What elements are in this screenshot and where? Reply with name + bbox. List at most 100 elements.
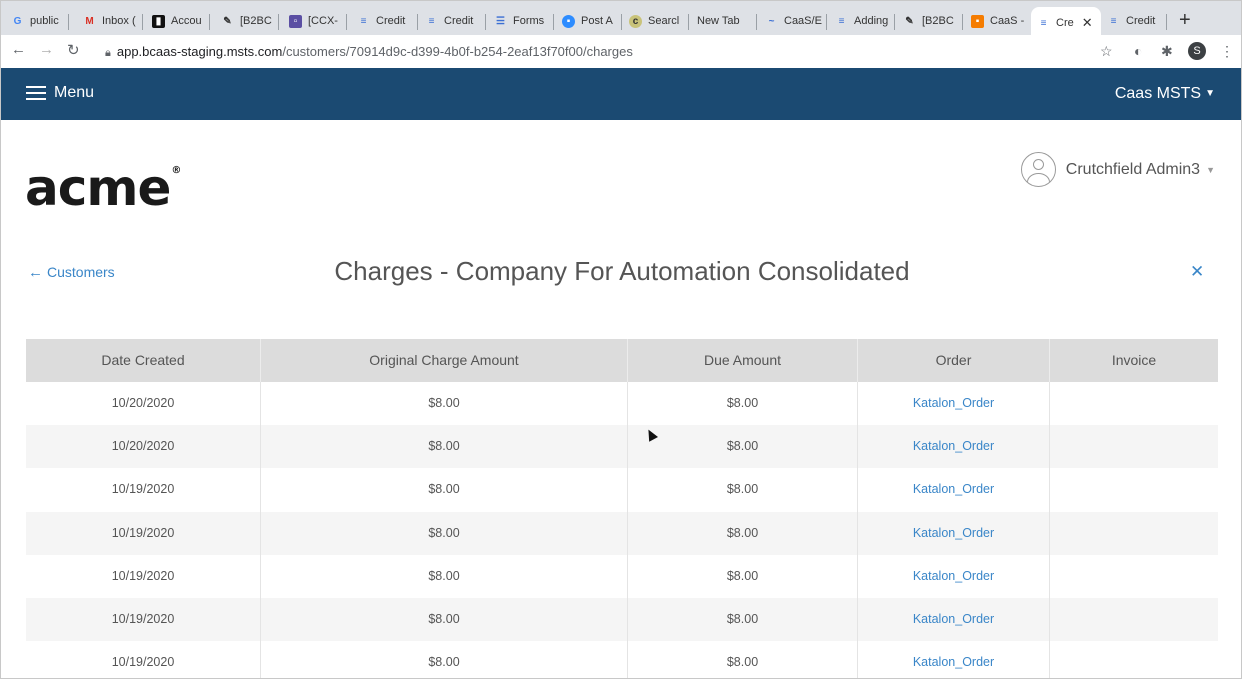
tab-label: Post A — [581, 15, 613, 27]
cell-due-amount: $8.00 — [628, 382, 858, 426]
browser-tab[interactable]: ≡ Adding — [829, 7, 895, 35]
tab-label: Credit — [1126, 15, 1156, 27]
post-icon: ▪ — [562, 14, 575, 28]
column-header-order[interactable]: Order — [858, 339, 1050, 382]
table-row: 10/19/2020 $8.00 $8.00 Katalon_Order — [26, 597, 1218, 642]
browser-tab[interactable]: ▪ CaaS - — [965, 7, 1029, 35]
order-link[interactable]: Katalon_Order — [858, 554, 1050, 598]
cell-due-amount: $8.00 — [628, 511, 858, 555]
cell-date-created: 10/19/2020 — [26, 597, 261, 642]
browser-tab[interactable]: ~ CaaS/E — [759, 7, 827, 35]
tenant-name: Caas MSTS — [1114, 85, 1202, 102]
browser-tab[interactable]: New Tab — [691, 7, 757, 35]
browser-window: Gpublic M Inbox ( ▮ Accou ✎ [B2BC ▫ [CCX- ≡ C… — [0, 0, 1242, 679]
menu-button[interactable]: Menu — [54, 84, 94, 102]
gmail-icon: M — [85, 15, 94, 27]
cell-invoice — [1050, 641, 1218, 678]
browser-tab[interactable]: ≡ Credit — [1101, 7, 1167, 35]
app-header: Menu Caas MSTS ▼ — [1, 68, 1241, 120]
cell-date-created: 10/19/2020 — [26, 554, 261, 598]
tab-label: CaaS/E — [784, 15, 822, 27]
browser-tab[interactable]: ≡ Credit — [419, 7, 486, 35]
cell-date-created: 10/19/2020 — [26, 468, 261, 512]
url-field[interactable]: 🔒︎ app.bcaas-staging.msts.com/customers/7… — [105, 44, 633, 60]
search-c-icon: c — [629, 14, 642, 28]
column-header-original-charge-amount[interactable]: Original Charge Amount — [261, 339, 628, 382]
browser-tab[interactable]: ≡ Credit — [351, 7, 418, 35]
order-link[interactable]: Katalon_Order — [858, 511, 1050, 555]
browser-tab[interactable]: ▫ [CCX- — [283, 7, 347, 35]
table-row: 10/20/2020 $8.00 $8.00 Katalon_Order — [26, 425, 1218, 469]
tab-label: Accou — [171, 15, 202, 27]
cell-original-charge-amount: $8.00 — [261, 468, 628, 512]
order-link[interactable]: Katalon_Order — [858, 425, 1050, 469]
cell-due-amount: $8.00 — [628, 641, 858, 678]
reload-icon[interactable]: ↻ — [67, 41, 80, 59]
browser-tab[interactable]: M Inbox ( — [77, 7, 143, 35]
order-link[interactable]: Katalon_Order — [858, 468, 1050, 512]
order-link[interactable]: Katalon_Order — [858, 382, 1050, 426]
cell-original-charge-amount: $8.00 — [261, 641, 628, 678]
tab-label: Inbox ( — [102, 15, 136, 27]
column-header-date-created[interactable]: Date Created — [26, 339, 261, 382]
wave-icon: ~ — [768, 15, 775, 27]
cell-due-amount: $8.00 — [628, 468, 858, 512]
cell-original-charge-amount: $8.00 — [261, 425, 628, 469]
browser-tab[interactable]: ✎ [B2BC — [215, 7, 279, 35]
browser-menu-icon[interactable]: ⋮ — [1220, 43, 1234, 60]
browser-tab[interactable]: ▪ Post A — [556, 7, 622, 35]
browser-tab[interactable]: Gpublic — [5, 7, 69, 35]
cell-invoice — [1050, 382, 1218, 425]
cell-date-created: 10/20/2020 — [26, 382, 261, 426]
hamburger-icon[interactable] — [26, 86, 46, 100]
acme-logo: acme® — [25, 159, 181, 217]
caret-down-icon: ▼ — [1205, 88, 1215, 99]
table-body: 10/20/2020 $8.00 $8.00 Katalon_Order 10/… — [26, 382, 1218, 678]
doc-icon: ≡ — [838, 15, 845, 27]
close-icon[interactable]: ✕ — [1082, 15, 1093, 31]
user-avatar-icon — [1020, 152, 1056, 187]
browser-tab[interactable]: ▮ Accou — [146, 7, 210, 35]
close-icon[interactable]: ✕ — [1190, 262, 1204, 282]
tenant-dropdown[interactable]: Caas MSTS ▼ — [1115, 85, 1215, 103]
lock-icon: 🔒︎ — [105, 47, 111, 59]
new-tab-button[interactable]: + — [1179, 10, 1191, 30]
order-link[interactable]: Katalon_Order — [858, 597, 1050, 642]
cell-date-created: 10/19/2020 — [26, 641, 261, 678]
browser-tab[interactable]: c Searcl — [623, 7, 689, 35]
column-header-due-amount[interactable]: Due Amount — [628, 339, 858, 382]
extension-circle-icon[interactable]: ◐ — [1134, 43, 1142, 59]
list-icon: ☰ — [496, 15, 505, 27]
column-header-invoice[interactable]: Invoice — [1050, 339, 1218, 382]
cell-invoice — [1050, 468, 1218, 511]
wrench-icon: ✎ — [223, 15, 232, 27]
back-arrow-icon[interactable]: ← — [11, 41, 26, 58]
cell-due-amount: $8.00 — [628, 425, 858, 469]
table-row: 10/20/2020 $8.00 $8.00 Katalon_Order — [26, 382, 1218, 426]
tab-label: Cre — [1056, 17, 1074, 29]
tab-label: Credit — [444, 15, 474, 27]
bookmark-star-icon[interactable]: ☆ — [1100, 43, 1113, 60]
address-bar-row: ← → ↻ 🔒︎ app.bcaas-staging.msts.com/custo… — [1, 35, 1241, 68]
tab-label: [B2BC — [922, 15, 954, 27]
profile-avatar[interactable]: S — [1188, 42, 1206, 60]
table-row: 10/19/2020 $8.00 $8.00 Katalon_Order — [26, 641, 1218, 678]
browser-tab[interactable]: ✎ [B2BC — [897, 7, 963, 35]
browser-tab[interactable]: ☰ Forms — [488, 7, 554, 35]
cell-invoice — [1050, 512, 1218, 555]
cell-original-charge-amount: $8.00 — [261, 511, 628, 555]
tab-label: Searcl — [648, 15, 680, 27]
tab-label: public — [30, 15, 59, 27]
cell-due-amount: $8.00 — [628, 597, 858, 642]
order-link[interactable]: Katalon_Order — [858, 641, 1050, 678]
tab-label: [B2BC — [240, 15, 272, 27]
tab-label: CaaS - — [990, 15, 1025, 27]
user-menu[interactable]: Crutchfield Admin3 ▼ — [1020, 152, 1215, 187]
cell-original-charge-amount: $8.00 — [261, 597, 628, 642]
chat-icon: ▫ — [289, 14, 302, 28]
extensions-puzzle-icon[interactable]: ✱ — [1161, 43, 1173, 60]
cell-invoice — [1050, 555, 1218, 598]
tab-label: New Tab — [697, 15, 740, 27]
tab-label: [CCX- — [308, 15, 338, 27]
forward-arrow-icon[interactable]: → — [39, 41, 54, 58]
